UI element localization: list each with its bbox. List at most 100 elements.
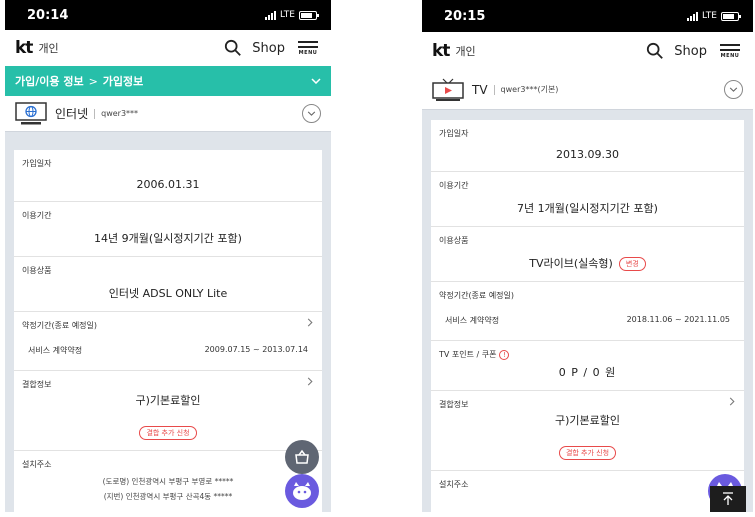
usage-period-section: 이용기간 14년 9개월(일시정지기간 포함) (14, 202, 322, 257)
service-selector[interactable]: TV qwer3***(기본) (422, 70, 753, 110)
product-label: 이용상품 (439, 236, 469, 245)
usage-period-section: 이용기간 7년 1개월(일시정지기간 포함) (431, 172, 744, 227)
usage-period-label: 이용기간 (439, 181, 469, 190)
usage-period-value: 14년 9개월(일시정지기간 포함) (94, 232, 242, 245)
usage-period-value: 7년 1개월(일시정지기간 포함) (517, 202, 658, 215)
cart-button[interactable] (285, 440, 319, 474)
phone-screen-internet: 20:14 LTE kt 개인 Shop MENU 가입/이용 정보 > 가입정… (5, 0, 331, 512)
status-time: 20:14 (27, 7, 69, 23)
contract-row-label: 서비스 계약약정 (445, 316, 500, 325)
chatbot-icon (293, 482, 311, 500)
bundle-label: 결합정보 (439, 400, 469, 409)
join-date-label: 가입일자 (22, 159, 52, 168)
status-indicators: LTE (265, 10, 319, 20)
network-type: LTE (702, 11, 717, 21)
service-dropdown-toggle[interactable] (724, 80, 743, 99)
phone-screen-tv: 20:15 LTE kt 개인 Shop MENU TV qwer3***(기본… (422, 0, 753, 512)
product-value: TV라이브(실속형) (529, 257, 613, 270)
search-icon[interactable] (646, 42, 664, 60)
menu-button[interactable]: MENU (719, 43, 741, 59)
shop-link[interactable]: Shop (674, 44, 707, 59)
join-date-value: 2006.01.31 (136, 178, 200, 191)
breadcrumb-item-usage-info[interactable]: 가입/이용 정보 (15, 73, 84, 89)
chevron-down-icon[interactable] (311, 78, 321, 84)
contract-row-value: 2018.11.06 ~ 2021.11.05 (626, 315, 730, 324)
add-bundle-button[interactable]: 결합 추가 신청 (558, 446, 617, 460)
address-lot: (지번) 인천광역시 부평구 산곡4동 ***** (103, 492, 233, 501)
join-date-label: 가입일자 (439, 129, 469, 138)
monitor-globe-icon (15, 101, 47, 124)
service-name: 인터넷 (55, 107, 89, 121)
join-date-section: 가입일자 2013.09.30 (431, 120, 744, 172)
status-indicators: LTE (687, 11, 741, 21)
chevron-right-icon[interactable] (729, 397, 735, 406)
divider (493, 84, 495, 95)
kt-logo[interactable]: kt (15, 38, 33, 58)
add-bundle-button[interactable]: 결합 추가 신청 (139, 426, 197, 440)
join-date-value: 2013.09.30 (556, 148, 619, 161)
status-bar: 20:14 LTE (5, 0, 331, 30)
status-bar: 20:15 LTE (422, 0, 753, 32)
service-account: qwer3*** (101, 109, 139, 118)
status-time: 20:15 (444, 8, 486, 24)
contract-label: 약정기간(종료 예정일) (439, 291, 515, 300)
product-section: 이용상품 TV라이브(실속형) 변경 (431, 227, 744, 282)
usage-period-label: 이용기간 (22, 211, 52, 220)
header-subtitle: 개인 (455, 45, 476, 58)
address-section: 설치주소 (도로명) 인천광역시 부평구 부영로 ***** (지번) 인천광역… (14, 451, 322, 512)
join-info-card: 가입일자 2013.09.30 이용기간 7년 1개월(일시정지기간 포함) 이… (431, 120, 744, 512)
address-label: 설치주소 (22, 460, 52, 469)
address-road: (도로명) 인천광역시 부평구 부영로 ***** (102, 477, 234, 486)
points-section: TV 포인트 / 쿠폰! 0 P / 0 원 (431, 341, 744, 391)
product-label: 이용상품 (22, 266, 52, 275)
shop-link[interactable]: Shop (252, 41, 285, 56)
change-product-button[interactable]: 변경 (618, 257, 646, 271)
product-value-row: TV라이브(실속형) 변경 (439, 255, 736, 271)
service-account: qwer3***(기본) (500, 85, 559, 94)
contract-row-label: 서비스 계약약정 (28, 346, 83, 355)
app-header: kt 개인 Shop MENU (422, 32, 753, 70)
tv-icon (432, 78, 464, 101)
battery-icon (299, 10, 319, 20)
service-selector[interactable]: 인터넷 qwer3*** (5, 96, 331, 132)
chevron-down-icon (307, 111, 316, 116)
join-info-card: 가입일자 2006.01.31 이용기간 14년 9개월(일시정지기간 포함) … (14, 150, 322, 512)
header-subtitle: 개인 (38, 42, 59, 55)
kt-logo[interactable]: kt (432, 41, 450, 61)
contract-section: 약정기간(종료 예정일) 서비스 계약약정 2018.11.06 ~ 2021.… (431, 282, 744, 341)
breadcrumb-separator: > (88, 74, 98, 88)
join-date-section: 가입일자 2006.01.31 (14, 150, 322, 202)
menu-button[interactable]: MENU (297, 40, 319, 56)
service-dropdown-toggle[interactable] (302, 104, 321, 123)
chevron-down-icon (729, 87, 738, 92)
points-label-row: TV 포인트 / 쿠폰! (439, 349, 736, 360)
chatbot-button[interactable] (285, 474, 319, 508)
menu-label: MENU (298, 49, 318, 56)
breadcrumb[interactable]: 가입/이용 정보 > 가입정보 (5, 66, 331, 96)
menu-label: MENU (720, 52, 740, 59)
scroll-top-button[interactable] (710, 486, 746, 512)
address-section: 설치주소 (431, 471, 744, 500)
service-name: TV (472, 82, 488, 97)
search-icon[interactable] (224, 39, 242, 57)
address-label: 설치주소 (439, 480, 469, 489)
signal-icon (687, 11, 699, 21)
points-value: 0 P / 0 원 (558, 366, 617, 379)
chevron-right-icon[interactable] (307, 377, 313, 386)
arrow-up-icon (723, 492, 733, 505)
info-icon[interactable]: ! (499, 350, 510, 360)
app-header: kt 개인 Shop MENU (5, 30, 331, 66)
bundle-value: 구)기본료할인 (554, 414, 620, 427)
network-type: LTE (280, 10, 295, 20)
contract-section[interactable]: 약정기간(종료 예정일) 서비스 계약약정 2009.07.15 ~ 2013.… (14, 312, 322, 371)
contract-row: 서비스 계약약정 2018.11.06 ~ 2021.11.05 (439, 315, 736, 330)
divider (94, 108, 96, 119)
bundle-section[interactable]: 결합정보 구)기본료할인 결합 추가 신청 (14, 371, 322, 451)
contract-label: 약정기간(종료 예정일) (22, 321, 98, 330)
breadcrumb-item-join-info[interactable]: 가입정보 (103, 73, 143, 89)
battery-icon (721, 11, 741, 21)
bundle-section[interactable]: 결합정보 구)기본료할인 결합 추가 신청 (431, 391, 744, 471)
cart-icon (295, 449, 309, 464)
chevron-right-icon[interactable] (307, 318, 313, 327)
signal-icon (265, 10, 277, 20)
